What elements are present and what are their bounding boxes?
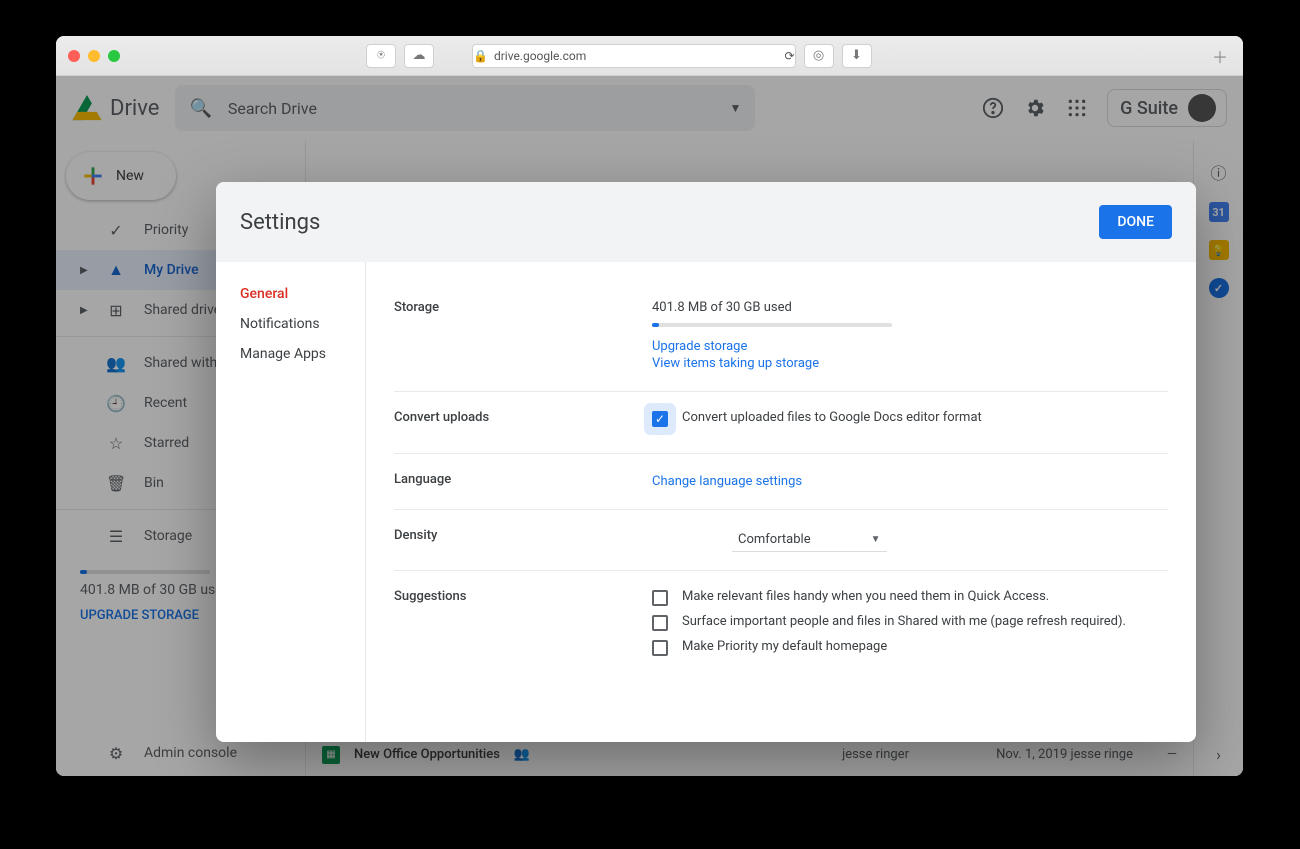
- change-language-link[interactable]: Change language settings: [652, 474, 1168, 489]
- url-text: drive.google.com: [494, 49, 586, 63]
- suggestion-shared-label: Surface important people and files in Sh…: [682, 614, 1126, 629]
- upgrade-storage-link[interactable]: Upgrade storage: [652, 339, 1168, 354]
- section-suggestions: Suggestions Make relevant files handy wh…: [394, 571, 1168, 682]
- suggestion-quick-access-checkbox[interactable]: [652, 590, 668, 606]
- nav-general[interactable]: General: [240, 286, 365, 302]
- convert-checkbox-label: Convert uploaded files to Google Docs ed…: [682, 410, 982, 425]
- adblock-icon[interactable]: ◎: [804, 44, 834, 68]
- cloud-icon[interactable]: ☁: [404, 44, 434, 68]
- modal-header: Settings DONE: [216, 182, 1196, 262]
- suggestion-quick-access-label: Make relevant files handy when you need …: [682, 589, 1049, 604]
- chevron-down-icon: ▼: [871, 534, 881, 545]
- nav-manage-apps[interactable]: Manage Apps: [240, 346, 365, 362]
- view-items-link[interactable]: View items taking up storage: [652, 356, 1168, 371]
- convert-label: Convert uploads: [394, 410, 652, 435]
- suggestion-priority-label: Make Priority my default homepage: [682, 639, 887, 654]
- suggestion-priority-checkbox[interactable]: [652, 640, 668, 656]
- titlebar: ⍟ ☁ 🔒 drive.google.com ⟳ ◎ ⬇ ＋: [56, 36, 1243, 76]
- density-dropdown[interactable]: Comfortable ▼: [732, 528, 887, 552]
- maximize-window-icon[interactable]: [108, 50, 120, 62]
- nav-notifications[interactable]: Notifications: [240, 316, 365, 332]
- language-label: Language: [394, 472, 652, 491]
- suggestion-shared-checkbox[interactable]: [652, 615, 668, 631]
- section-convert-uploads: Convert uploads Convert uploaded files t…: [394, 392, 1168, 454]
- storage-label: Storage: [394, 300, 652, 373]
- lock-icon: 🔒: [473, 49, 488, 63]
- traffic-lights: [68, 50, 120, 62]
- browser-window: ⍟ ☁ 🔒 drive.google.com ⟳ ◎ ⬇ ＋ Drive 🔍 S…: [56, 36, 1243, 776]
- new-tab-button[interactable]: ＋: [1209, 45, 1231, 67]
- settings-nav: General Notifications Manage Apps: [216, 262, 366, 742]
- density-value: Comfortable: [738, 532, 811, 547]
- section-storage: Storage 401.8 MB of 30 GB used Upgrade s…: [394, 282, 1168, 392]
- downloads-icon[interactable]: ⬇: [842, 44, 872, 68]
- address-bar[interactable]: 🔒 drive.google.com ⟳: [472, 44, 796, 68]
- suggestions-label: Suggestions: [394, 589, 652, 664]
- storage-progress: [652, 323, 892, 327]
- ghostery-icon[interactable]: ⍟: [366, 44, 396, 68]
- reload-icon[interactable]: ⟳: [784, 49, 794, 63]
- modal-title: Settings: [240, 210, 320, 235]
- close-window-icon[interactable]: [68, 50, 80, 62]
- minimize-window-icon[interactable]: [88, 50, 100, 62]
- settings-content: Storage 401.8 MB of 30 GB used Upgrade s…: [366, 262, 1196, 742]
- done-button[interactable]: DONE: [1099, 205, 1172, 239]
- storage-used: 401.8 MB of 30 GB used: [652, 300, 1168, 315]
- settings-modal: Settings DONE General Notifications Mana…: [216, 182, 1196, 742]
- section-language: Language Change language settings: [394, 454, 1168, 510]
- density-label: Density: [394, 528, 652, 552]
- section-density: Density Comfortable ▼: [394, 510, 1168, 571]
- convert-checkbox[interactable]: [652, 411, 668, 427]
